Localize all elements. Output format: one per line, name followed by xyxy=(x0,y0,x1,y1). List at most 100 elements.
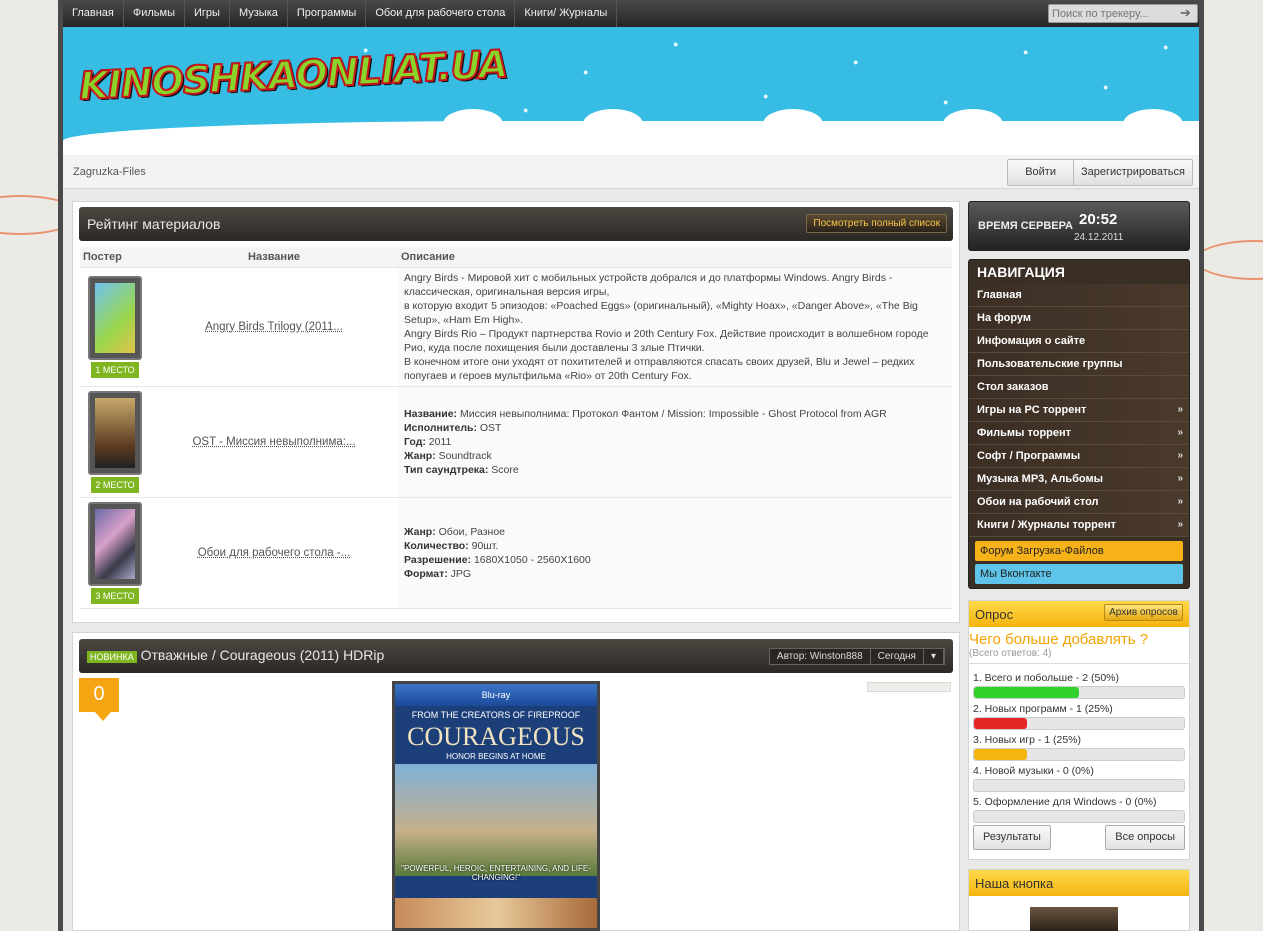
our-banner-image[interactable] xyxy=(1030,907,1118,931)
nav-films[interactable]: Фильмы xyxy=(124,0,186,27)
sidebar-item-music[interactable]: Музыка MP3, Альбомы» xyxy=(969,468,1189,491)
sidebar-item-about[interactable]: Инфомация о сайте xyxy=(969,330,1189,353)
sidebar-item-books[interactable]: Книги / Журналы торрент» xyxy=(969,514,1189,537)
clock-time: 20:52 xyxy=(1079,211,1118,228)
cover-bottom-image xyxy=(395,898,597,928)
rating-stars[interactable] xyxy=(867,682,951,692)
our-button-panel: Наша кнопка xyxy=(968,869,1190,931)
description: Жанр: Обои, Разное Количество: 90шт. Раз… xyxy=(398,497,952,609)
news-author[interactable]: Автор: Winston888 xyxy=(770,649,871,664)
search-arrow-icon[interactable]: ➔ xyxy=(1180,6,1196,20)
nav-home[interactable]: Главная xyxy=(63,0,124,27)
poster-thumbnail[interactable] xyxy=(88,390,142,475)
news-meta: Автор: Winston888 Сегодня ▾ xyxy=(768,648,945,665)
sidebar-item-films[interactable]: Фильмы торрент» xyxy=(969,422,1189,445)
clock-date: 24.12.2011 xyxy=(1074,232,1124,243)
nav-programs[interactable]: Программы xyxy=(288,0,367,27)
snowflake: ● xyxy=(583,67,589,77)
vkontakte-link-button[interactable]: Мы Вконтакте xyxy=(975,564,1183,584)
desc-field: Жанр: Soundtrack xyxy=(404,449,492,462)
table-row: 3 МЕСТО Обои для рабочего стола -... Жан… xyxy=(80,497,952,609)
news-title[interactable]: Отважные / Courageous (2011) HDRip xyxy=(141,647,385,663)
poll-answers: 1. Всего и побольше - 2 (50%) 2. Новых п… xyxy=(969,663,1189,823)
poll-question: Чего больше добавлять ? xyxy=(969,631,1149,648)
login-button[interactable]: Войти xyxy=(1008,160,1073,185)
poll-total: (Всего ответов: 4) xyxy=(969,648,1052,659)
chevron-down-icon: » xyxy=(1177,427,1183,438)
poll-answer: 2. Новых программ - 1 (25%) xyxy=(969,703,1189,730)
full-list-button[interactable]: Посмотреть полный список xyxy=(806,214,947,233)
chevron-down-icon: » xyxy=(1177,519,1183,530)
snowflake: ● xyxy=(943,97,949,107)
poster-thumbnail[interactable] xyxy=(88,501,142,586)
movie-cover[interactable]: Blu-ray FROM THE CREATORS OF FIREPROOF C… xyxy=(392,681,600,931)
chevron-down-icon: » xyxy=(1177,404,1183,415)
all-polls-button[interactable]: Все опросы xyxy=(1105,825,1185,850)
material-link[interactable]: OST - Миссия невыполнима:... xyxy=(192,436,355,448)
poll-bar-fill xyxy=(974,749,1027,760)
search-input[interactable] xyxy=(1048,4,1198,23)
sidebar-item-soft[interactable]: Софт / Программы» xyxy=(969,445,1189,468)
material-link[interactable]: Обои для рабочего стола -... xyxy=(198,547,351,559)
sidebar-item-wallpapers[interactable]: Обои на рабочий стол» xyxy=(969,491,1189,514)
nav-music[interactable]: Музыка xyxy=(230,0,288,27)
poll-bar-fill xyxy=(974,687,1079,698)
cover-image xyxy=(395,764,597,876)
desc-line: Angry Birds Rio – Продукт партнерства Ro… xyxy=(404,327,929,354)
auth-buttons: Войти Зарегистрироваться xyxy=(1007,159,1193,186)
nav-books[interactable]: Книги/ Журналы xyxy=(515,0,618,27)
cover-title: COURAGEOUS xyxy=(407,722,585,751)
nav-wallpapers[interactable]: Обои для рабочего стола xyxy=(366,0,516,27)
site-logo[interactable]: KINOSHKAONLIAT.UA xyxy=(77,41,509,109)
chevron-down-icon[interactable]: ▾ xyxy=(924,649,944,664)
column-description: Описание xyxy=(398,247,952,268)
desc-field: Формат: JPG xyxy=(404,567,472,580)
description: Название: Миссия невыполнима: Протокол Ф… xyxy=(398,386,952,498)
rating-title: Рейтинг материалов xyxy=(87,216,221,232)
comment-count[interactable]: 0 xyxy=(79,678,119,721)
rating-header: Рейтинг материалов Посмотреть полный спи… xyxy=(79,207,953,241)
material-link[interactable]: Angry Birds Trilogy (2011... xyxy=(205,321,343,333)
desc-field: Разрешение: 1680X1050 - 2560X1600 xyxy=(404,553,591,566)
poll-results-button[interactable]: Результаты xyxy=(973,825,1051,850)
description: Angry Birds - Мировой хит с мобильных ус… xyxy=(398,267,952,387)
chevron-down-icon: » xyxy=(1177,450,1183,461)
poster-thumbnail[interactable] xyxy=(88,275,142,360)
nav-games[interactable]: Игры xyxy=(185,0,230,27)
table-row: 2 МЕСТО OST - Миссия невыполнима:... Наз… xyxy=(80,386,952,498)
background-swirl xyxy=(1195,240,1263,280)
server-clock: ВРЕМЯ СЕРВЕРА 20:52 24.12.2011 xyxy=(968,201,1190,251)
sidebar-item-orders[interactable]: Стол заказов xyxy=(969,376,1189,399)
place-badge: 2 МЕСТО xyxy=(91,476,139,493)
poll-answer: 3. Новых игр - 1 (25%) xyxy=(969,734,1189,761)
poll-title: Опрос xyxy=(975,607,1014,622)
poll-answer: 1. Всего и побольше - 2 (50%) xyxy=(969,672,1189,699)
breadcrumb[interactable]: Zagruzka-Files xyxy=(73,166,146,178)
register-button[interactable]: Зарегистрироваться xyxy=(1072,160,1192,185)
snowflake: ● xyxy=(1163,42,1169,52)
snowflake: ● xyxy=(763,91,769,101)
forum-link-button[interactable]: Форум Загрузка-Файлов xyxy=(975,541,1183,561)
news-date: Сегодня xyxy=(871,649,924,664)
snow-ground xyxy=(63,121,1199,155)
poll-answer: 5. Оформление для Windows - 0 (0%) xyxy=(969,796,1189,823)
sidebar-item-home[interactable]: Главная xyxy=(969,284,1189,307)
snowflake: ● xyxy=(523,105,529,115)
clock-label: ВРЕМЯ СЕРВЕРА xyxy=(978,220,1073,232)
our-button-title: Наша кнопка xyxy=(975,876,1054,891)
desc-line: В конечном итоге они уходят от похитител… xyxy=(404,355,915,382)
chevron-down-icon: » xyxy=(1177,473,1183,484)
table-row: 1 МЕСТО Angry Birds Trilogy (2011... Ang… xyxy=(80,267,952,387)
snowflake: ● xyxy=(1023,47,1029,57)
bluray-logo: Blu-ray xyxy=(395,684,597,706)
sidebar-item-groups[interactable]: Пользовательские группы xyxy=(969,353,1189,376)
desc-field: Исполнитель: OST xyxy=(404,421,502,434)
desc-field: Жанр: Обои, Разное xyxy=(404,525,506,538)
sidebar-item-forum[interactable]: На форум xyxy=(969,307,1189,330)
breadcrumb-bar: Zagruzka-Files Войти Зарегистрироваться xyxy=(63,155,1199,189)
sidebar-item-games[interactable]: Игры на PC торрент» xyxy=(969,399,1189,422)
cover-top: FROM THE CREATORS OF FIREPROOF xyxy=(411,710,581,720)
poll-archive-button[interactable]: Архив опросов xyxy=(1104,604,1183,621)
rating-table: Постер Название Описание 1 МЕСТО Angry B… xyxy=(80,247,952,609)
desc-field: Год: 2011 xyxy=(404,435,452,448)
